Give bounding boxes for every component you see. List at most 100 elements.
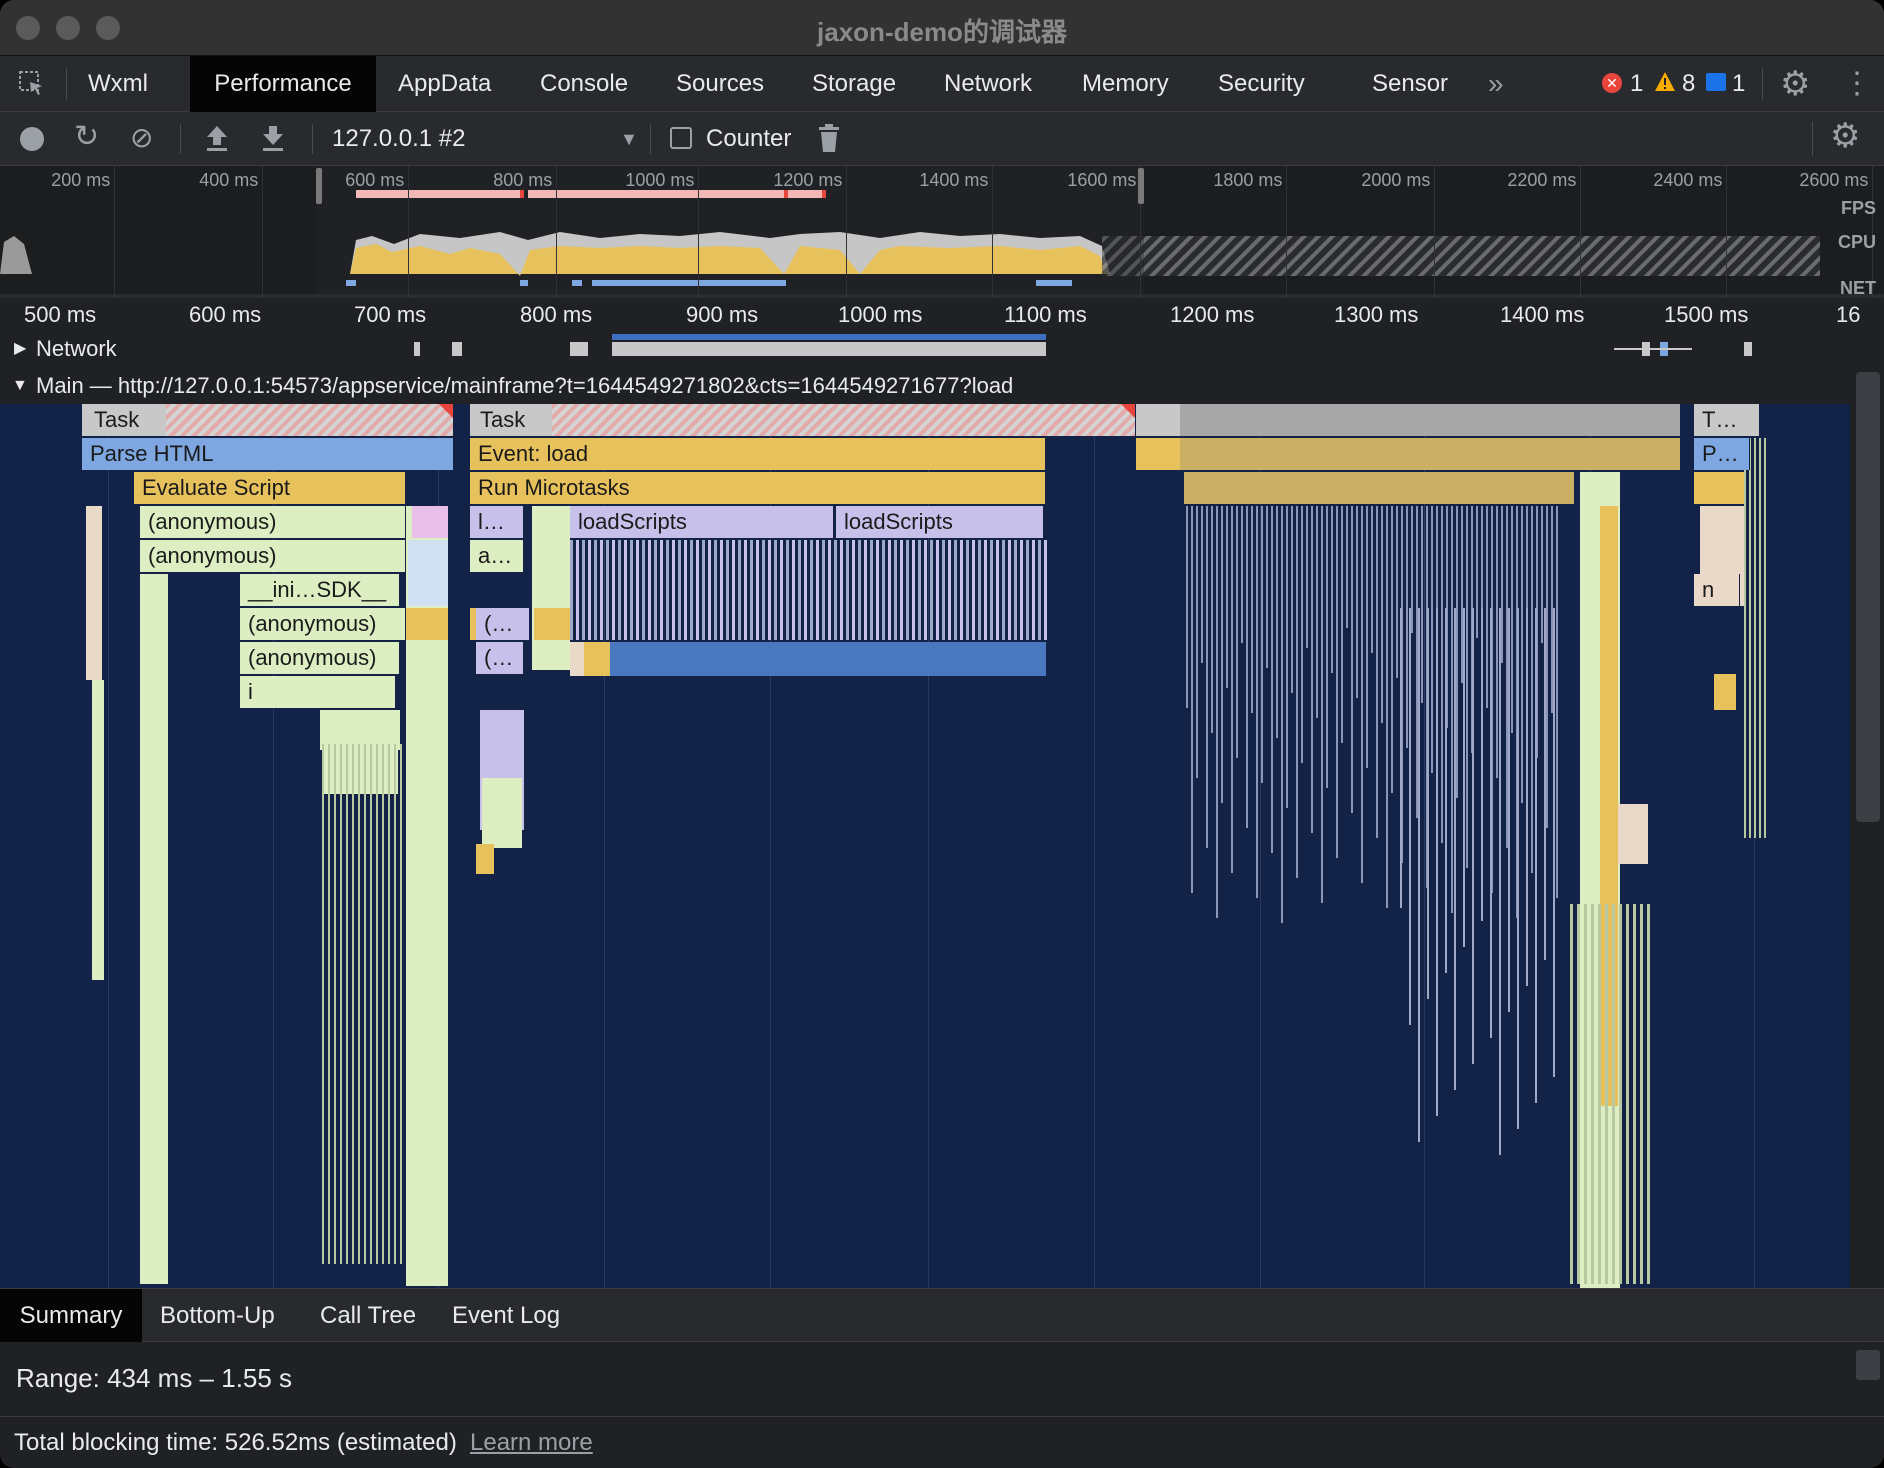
anonymous-function-block[interactable]: (… [476, 608, 530, 640]
task-block[interactable]: Task [82, 404, 454, 436]
reload-icon[interactable]: ↻ [74, 122, 99, 152]
flame-call-frame [1598, 904, 1601, 1284]
counter-checkbox[interactable] [670, 127, 692, 149]
collapse-arrow-icon[interactable]: ▼ [12, 368, 28, 404]
flame-call-frame [624, 540, 627, 640]
flame-call-frame [1306, 506, 1308, 648]
flame-call-frame [1517, 608, 1519, 1129]
tab-appdata[interactable]: AppData [398, 56, 491, 112]
flame-call-frame [828, 540, 831, 640]
tab-call-tree[interactable]: Call Tree [320, 1289, 416, 1343]
flame-call-frame [1591, 904, 1594, 1284]
target-select-value: 127.0.0.1 #2 [332, 125, 466, 152]
load-scripts-block[interactable]: loadScripts [570, 506, 834, 538]
more-tabs-button[interactable]: » [1488, 56, 1504, 112]
flame-call-frame [840, 540, 843, 640]
flame-call-frame [888, 540, 891, 640]
flame-call-frame [1418, 608, 1420, 1142]
flame-call-frame [912, 540, 915, 640]
capture-settings-gear-icon[interactable]: ⚙ [1830, 118, 1860, 154]
anonymous-function-block[interactable]: (… [476, 642, 524, 674]
task-block[interactable]: T… [1694, 404, 1760, 436]
clear-icon[interactable]: ⊘ [130, 124, 153, 152]
parse-html-block[interactable]: Parse HTML [82, 438, 454, 470]
total-blocking-time: Total blocking time: 526.52ms (estimated… [14, 1429, 457, 1456]
function-block[interactable]: i [240, 676, 396, 708]
tab-wxml[interactable]: Wxml [70, 56, 166, 112]
timeline-overview[interactable]: 200 ms 400 ms 600 ms 800 ms 1000 ms 1200 ms 14… [0, 166, 1884, 298]
function-block[interactable]: n [1694, 574, 1740, 606]
flame-call-frame [1633, 904, 1636, 1284]
learn-more-link[interactable]: Learn more [470, 1417, 593, 1468]
anonymous-function-block[interactable]: a… [470, 540, 524, 572]
tab-storage[interactable]: Storage [812, 56, 896, 112]
flame-call-frame [532, 506, 570, 670]
flame-call-frame [756, 540, 759, 640]
init-sdk-block[interactable]: __ini…SDK__ [240, 574, 400, 606]
anonymous-function-block[interactable]: (anonymous) [140, 506, 406, 538]
overview-tick-label: 1600 ms [1067, 170, 1137, 190]
more-options-icon[interactable]: ⋮ [1842, 66, 1872, 102]
main-thread-header[interactable]: ▼ Main — http://127.0.0.1:54573/appservi… [0, 368, 1884, 404]
flame-call-frame [966, 540, 969, 640]
warning-icon [1654, 71, 1676, 93]
flame-call-frame [804, 540, 807, 640]
flame-call-frame [786, 540, 789, 640]
anonymous-function-block[interactable]: (anonymous) [240, 608, 406, 640]
warning-count[interactable]: 8 [1682, 56, 1695, 112]
tab-summary[interactable]: Summary [0, 1289, 142, 1343]
overview-tick-label: 2400 ms [1653, 170, 1723, 190]
flame-call-frame [1556, 506, 1558, 898]
flame-call-frame [1206, 506, 1208, 848]
target-select[interactable]: 127.0.0.1 #2 ▼ [332, 120, 638, 158]
task-block[interactable]: Task [470, 404, 1136, 436]
function-block[interactable]: l… [470, 506, 524, 538]
run-microtasks-block[interactable]: Run Microtasks [470, 472, 1046, 504]
flame-call-frame [1605, 904, 1608, 1284]
flame-call-frame [346, 744, 348, 1264]
error-count[interactable]: 1 [1630, 56, 1643, 112]
network-track[interactable]: ▶ Network [0, 332, 1884, 368]
download-profile-icon[interactable] [260, 124, 286, 152]
flame-call-frame [846, 540, 849, 640]
tab-sensor[interactable]: Sensor [1372, 56, 1448, 112]
overview-gridline [114, 166, 115, 298]
flame-call-frame [702, 540, 705, 640]
evaluate-script-block[interactable]: Evaluate Script [134, 472, 406, 504]
upload-profile-icon[interactable] [204, 124, 230, 152]
event-load-block[interactable]: Event: load [470, 438, 1046, 470]
tab-security[interactable]: Security [1218, 56, 1305, 112]
flame-call-frame [636, 540, 639, 640]
tab-event-log[interactable]: Event Log [452, 1289, 560, 1343]
flame-call-frame [648, 540, 651, 640]
flame-call-frame [534, 608, 570, 640]
flame-call-frame [1321, 506, 1323, 903]
tab-bottom-up[interactable]: Bottom-Up [160, 1289, 275, 1343]
flame-scroll-thumb[interactable] [1856, 372, 1880, 822]
settings-gear-icon[interactable]: ⚙ [1780, 66, 1810, 102]
tab-network[interactable]: Network [944, 56, 1032, 112]
flame-call-frame [1311, 506, 1313, 833]
tab-sources[interactable]: Sources [676, 56, 764, 112]
load-scripts-block[interactable]: loadScripts [836, 506, 1044, 538]
anonymous-function-block[interactable]: (anonymous) [240, 642, 400, 674]
message-count[interactable]: 1 [1732, 56, 1745, 112]
range-text: Range: 434 ms – 1.55 s [16, 1363, 293, 1393]
flame-call-frame [1472, 608, 1474, 1064]
selection-handle-left[interactable] [316, 168, 322, 204]
tab-memory[interactable]: Memory [1082, 56, 1169, 112]
record-button[interactable] [20, 127, 44, 151]
flame-call-frame [630, 540, 633, 640]
collect-garbage-icon[interactable] [818, 123, 840, 153]
overview-tick-label: 200 ms [51, 170, 111, 190]
selection-handle-right[interactable] [1138, 168, 1144, 204]
summary-scroll-thumb[interactable] [1856, 1350, 1880, 1380]
tab-performance[interactable]: Performance [190, 56, 376, 112]
parse-html-block[interactable]: P… [1694, 438, 1750, 470]
flame-chart[interactable]: Task Task T… Parse HTML Event: load P… E… [0, 404, 1850, 1288]
flame-call-frame [1506, 506, 1508, 848]
flame-call-frame [1180, 404, 1680, 436]
element-picker-icon[interactable] [18, 70, 46, 98]
tab-console[interactable]: Console [540, 56, 628, 112]
anonymous-function-block[interactable]: (anonymous) [140, 540, 406, 572]
